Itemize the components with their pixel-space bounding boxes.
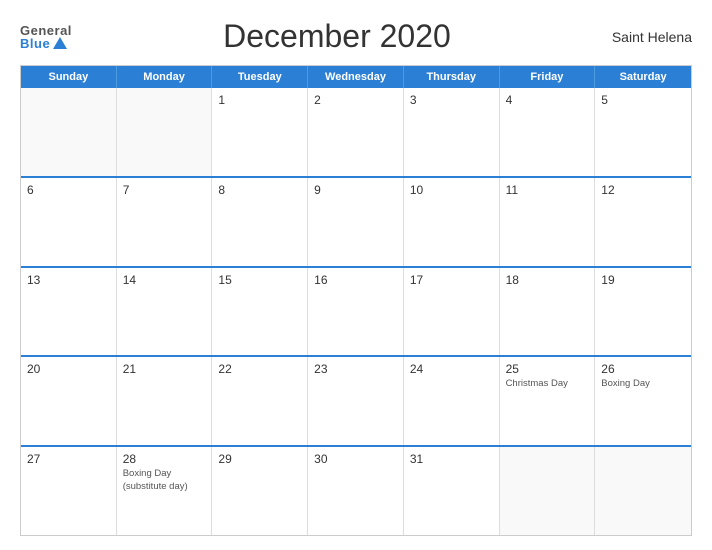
day-number: 2: [314, 93, 397, 107]
day-number: 22: [218, 362, 301, 376]
calendar-cell: 26 Boxing Day: [595, 357, 691, 445]
calendar-cell: 17: [404, 268, 500, 356]
calendar-cell: [500, 447, 596, 535]
calendar-cell: 19: [595, 268, 691, 356]
day-header-thursday: Thursday: [404, 66, 500, 88]
page: General Blue December 2020 Saint Helena …: [0, 0, 712, 550]
day-number: 8: [218, 183, 301, 197]
calendar: SundayMondayTuesdayWednesdayThursdayFrid…: [20, 65, 692, 536]
day-header-saturday: Saturday: [595, 66, 691, 88]
calendar-cell: 14: [117, 268, 213, 356]
day-number: 21: [123, 362, 206, 376]
calendar-header-row: SundayMondayTuesdayWednesdayThursdayFrid…: [21, 66, 691, 88]
day-number: 29: [218, 452, 301, 466]
day-number: 25: [506, 362, 589, 376]
calendar-title: December 2020: [72, 18, 602, 55]
calendar-cell: 21: [117, 357, 213, 445]
day-number: 18: [506, 273, 589, 287]
calendar-cell: 23: [308, 357, 404, 445]
logo-general-text: General: [20, 24, 72, 37]
calendar-cell: 3: [404, 88, 500, 176]
calendar-event: Boxing Day: [601, 378, 685, 390]
day-number: 30: [314, 452, 397, 466]
calendar-cell: 13: [21, 268, 117, 356]
day-number: 9: [314, 183, 397, 197]
calendar-cell: [21, 88, 117, 176]
calendar-week-2: 6789 10 11 12: [21, 178, 691, 268]
calendar-cell: 27: [21, 447, 117, 535]
day-number: 31: [410, 452, 493, 466]
day-number: 11: [506, 183, 589, 197]
calendar-cell: 22: [212, 357, 308, 445]
day-number: 16: [314, 273, 397, 287]
day-number: 28: [123, 452, 206, 466]
day-number: 12: [601, 183, 685, 197]
region-label: Saint Helena: [602, 29, 692, 45]
calendar-cell: 15: [212, 268, 308, 356]
calendar-event: (substitute day): [123, 481, 206, 493]
day-number: 4: [506, 93, 589, 107]
day-number: 6: [27, 183, 110, 197]
calendar-week-3: 13 14 15 16 17 18 19: [21, 268, 691, 358]
calendar-cell: [595, 447, 691, 535]
calendar-event: Boxing Day: [123, 468, 206, 480]
day-header-friday: Friday: [500, 66, 596, 88]
calendar-cell: 8: [212, 178, 308, 266]
calendar-cell: 6: [21, 178, 117, 266]
calendar-cell: 4: [500, 88, 596, 176]
calendar-cell: 28 Boxing Day(substitute day): [117, 447, 213, 535]
calendar-cell: 25 Christmas Day: [500, 357, 596, 445]
logo-blue-text: Blue: [20, 37, 67, 50]
calendar-cell: 2: [308, 88, 404, 176]
calendar-cell: 10: [404, 178, 500, 266]
day-number: 14: [123, 273, 206, 287]
day-number: 20: [27, 362, 110, 376]
calendar-cell: 12: [595, 178, 691, 266]
calendar-week-4: 20 21 22 23 24 25 Christmas Day 26 Boxing Day: [21, 357, 691, 447]
calendar-week-1: 12345: [21, 88, 691, 178]
calendar-cell: 20: [21, 357, 117, 445]
day-number: 7: [123, 183, 206, 197]
day-number: 27: [27, 452, 110, 466]
day-number: 5: [601, 93, 685, 107]
calendar-cell: 16: [308, 268, 404, 356]
calendar-cell: [117, 88, 213, 176]
calendar-cell: 11: [500, 178, 596, 266]
calendar-cell: 5: [595, 88, 691, 176]
day-header-tuesday: Tuesday: [212, 66, 308, 88]
day-number: 17: [410, 273, 493, 287]
calendar-cell: 18: [500, 268, 596, 356]
calendar-event: Christmas Day: [506, 378, 589, 390]
logo: General Blue: [20, 24, 72, 50]
header: General Blue December 2020 Saint Helena: [20, 18, 692, 55]
day-number: 15: [218, 273, 301, 287]
day-header-monday: Monday: [117, 66, 213, 88]
calendar-cell: 1: [212, 88, 308, 176]
day-header-sunday: Sunday: [21, 66, 117, 88]
day-number: 3: [410, 93, 493, 107]
calendar-cell: 9: [308, 178, 404, 266]
calendar-cell: 30: [308, 447, 404, 535]
logo-triangle-icon: [53, 37, 67, 49]
day-number: 13: [27, 273, 110, 287]
day-number: 24: [410, 362, 493, 376]
calendar-cell: 29: [212, 447, 308, 535]
day-number: 1: [218, 93, 301, 107]
calendar-body: 1234567891011121314151617181920212223242…: [21, 88, 691, 535]
day-number: 19: [601, 273, 685, 287]
calendar-week-5: 27 28 Boxing Day(substitute day) 29 30 31: [21, 447, 691, 535]
calendar-cell: 7: [117, 178, 213, 266]
day-number: 26: [601, 362, 685, 376]
calendar-cell: 24: [404, 357, 500, 445]
calendar-cell: 31: [404, 447, 500, 535]
day-number: 10: [410, 183, 493, 197]
day-header-wednesday: Wednesday: [308, 66, 404, 88]
day-number: 23: [314, 362, 397, 376]
